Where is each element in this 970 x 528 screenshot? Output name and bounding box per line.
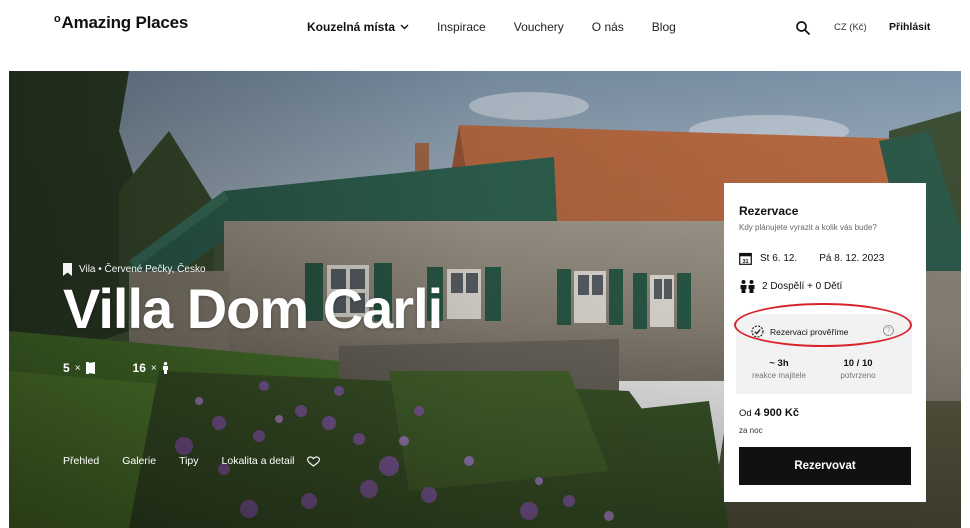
- heart-icon[interactable]: [307, 455, 321, 467]
- nav-magic-places[interactable]: Kouzelná místa: [307, 20, 409, 34]
- date-to[interactable]: Pá 8. 12. 2023: [819, 253, 884, 264]
- people-icon: [740, 280, 755, 293]
- date-picker[interactable]: 31 St 6. 12. Pá 8. 12. 2023: [739, 252, 884, 265]
- response-time-metric: ~ 3h reakce majitele: [744, 358, 814, 380]
- verification-box: Rezervaci prověříme ? ~ 3h reakce majite…: [734, 303, 912, 394]
- tab-tips[interactable]: Tipy: [179, 455, 198, 467]
- currency-selector[interactable]: CZ (Kč): [834, 22, 867, 33]
- response-time: ~ 3h: [769, 358, 789, 369]
- login-link[interactable]: Přihlásit: [889, 21, 930, 33]
- nav-magic-places-label: Kouzelná místa: [307, 20, 396, 34]
- booking-title: Rezervace: [739, 204, 799, 218]
- tab-location[interactable]: Lokalita a detail: [222, 455, 295, 467]
- rooms-count: 5: [63, 361, 70, 375]
- page-title: Villa Dom Carli: [63, 277, 443, 340]
- bookmark-icon[interactable]: [63, 263, 72, 276]
- hero-info: Vila • Červené Pečky, Česko Villa Dom Ca…: [63, 263, 443, 375]
- breadcrumb-text: Vila • Červené Pečky, Česko: [79, 264, 206, 275]
- times-sign: ×: [74, 362, 81, 374]
- booking-panel: Rezervace Kdy plánujete vyrazit a kolik …: [724, 183, 926, 502]
- price-value: 4 900 Kč: [754, 407, 799, 419]
- logo-text: Amazing Places: [61, 13, 189, 32]
- hero-tabs: Přehled Galerie Tipy Lokalita a detail: [63, 455, 321, 467]
- breadcrumb: Vila • Červené Pečky, Česko: [63, 263, 442, 276]
- chevron-down-icon: [400, 24, 409, 30]
- logo[interactable]: oAmazing Places: [54, 13, 188, 33]
- search-icon[interactable]: [795, 20, 811, 36]
- confirmed-metric: 10 / 10 potvrzeno: [823, 358, 893, 380]
- highlight-annotation: [734, 303, 912, 347]
- main-nav: Kouzelná místa Inspirace Vouchery O nás …: [307, 20, 676, 34]
- confirmed-value: 10 / 10: [843, 358, 873, 369]
- calendar-icon: 31: [739, 252, 752, 265]
- guests-stat: 16 ×: [133, 361, 169, 375]
- price-prefix: Od: [739, 408, 752, 419]
- nav-about[interactable]: O nás: [592, 20, 624, 34]
- logo-mark-icon: o: [54, 13, 61, 25]
- site-header: oAmazing Places Kouzelná místa Inspirace…: [0, 0, 970, 66]
- tab-gallery[interactable]: Galerie: [122, 455, 156, 467]
- property-stats: 5 × 16 ×: [63, 361, 442, 375]
- calendar-day: 31: [742, 259, 748, 265]
- times-sign: ×: [150, 362, 157, 374]
- response-label: reakce majitele: [752, 371, 806, 380]
- door-icon: [85, 362, 95, 374]
- guests-count: 16: [132, 361, 146, 375]
- reserve-button[interactable]: Rezervovat: [739, 447, 911, 485]
- price-unit: za noc: [739, 426, 763, 435]
- tab-overview[interactable]: Přehled: [63, 455, 99, 467]
- nav-blog[interactable]: Blog: [652, 20, 676, 34]
- date-from[interactable]: St 6. 12.: [760, 253, 797, 264]
- booking-subtitle: Kdy plánujete vyrazit a kolik vás bude?: [739, 223, 877, 232]
- guests-picker[interactable]: 2 Dospělí + 0 Dětí: [739, 280, 842, 293]
- nav-inspiration[interactable]: Inspirace: [437, 20, 486, 34]
- person-icon: [162, 362, 168, 374]
- price: Od 4 900 Kč: [739, 407, 799, 419]
- guests-value: 2 Dospělí + 0 Dětí: [762, 281, 843, 292]
- nav-vouchers[interactable]: Vouchery: [514, 20, 564, 34]
- rooms-stat: 5 ×: [63, 361, 95, 375]
- confirmed-label: potvrzeno: [840, 371, 876, 380]
